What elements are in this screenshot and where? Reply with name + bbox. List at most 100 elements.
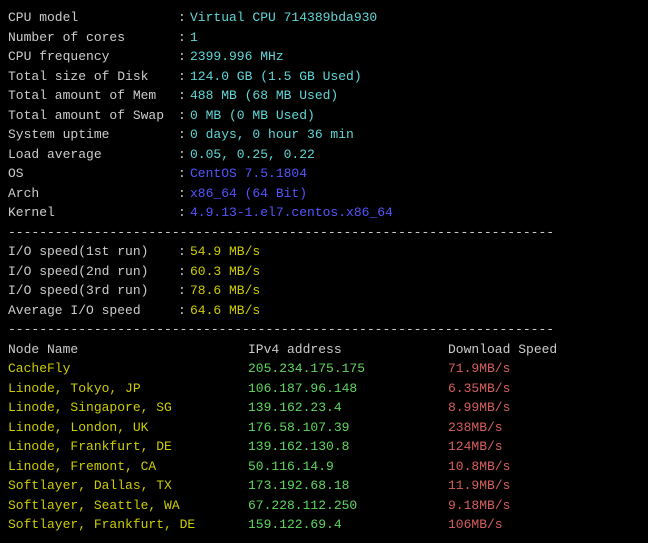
node-name: Linode, Tokyo, JP: [8, 379, 248, 399]
sysinfo-label: CPU model: [8, 8, 178, 28]
sysinfo-value: Virtual CPU 714389bda930: [190, 8, 377, 28]
node-ip: 176.58.107.39: [248, 418, 448, 438]
node-row: Linode, London, UK176.58.107.39238MB/s: [8, 418, 640, 438]
node-list: CacheFly205.234.175.17571.9MB/sLinode, T…: [8, 359, 640, 535]
colon: :: [178, 184, 190, 204]
node-row: CacheFly205.234.175.17571.9MB/s: [8, 359, 640, 379]
sysinfo-label: System uptime: [8, 125, 178, 145]
sysinfo-row: CPU model: Virtual CPU 714389bda930: [8, 8, 640, 28]
divider: ----------------------------------------…: [8, 223, 640, 243]
sysinfo-value: 0 days, 0 hour 36 min: [190, 125, 354, 145]
sysinfo-value: 0.05, 0.25, 0.22: [190, 145, 315, 165]
sysinfo-label: Kernel: [8, 203, 178, 223]
colon: :: [178, 203, 190, 223]
node-row: Linode, Fremont, CA50.116.14.910.8MB/s: [8, 457, 640, 477]
node-row: Softlayer, Seattle, WA67.228.112.2509.18…: [8, 496, 640, 516]
iospeed-label: I/O speed(1st run): [8, 242, 178, 262]
node-ip: 106.187.96.148: [248, 379, 448, 399]
sysinfo-value: 2399.996 MHz: [190, 47, 284, 67]
sysinfo-label: Total amount of Swap: [8, 106, 178, 126]
iospeed-row: I/O speed(3rd run): 78.6 MB/s: [8, 281, 640, 301]
node-name: Softlayer, Seattle, WA: [8, 496, 248, 516]
sysinfo-label: Load average: [8, 145, 178, 165]
node-header-name: Node Name: [8, 340, 248, 360]
node-ip: 173.192.68.18: [248, 476, 448, 496]
sysinfo-label: OS: [8, 164, 178, 184]
sysinfo-row: OS: CentOS 7.5.1804: [8, 164, 640, 184]
node-header-row: Node Name IPv4 address Download Speed: [8, 340, 640, 360]
colon: :: [178, 125, 190, 145]
iospeed-row: I/O speed(2nd run): 60.3 MB/s: [8, 262, 640, 282]
sysinfo-value: 488 MB (68 MB Used): [190, 86, 338, 106]
node-name: Linode, London, UK: [8, 418, 248, 438]
node-row: Linode, Singapore, SG139.162.23.48.99MB/…: [8, 398, 640, 418]
sysinfo-value: CentOS 7.5.1804: [190, 164, 307, 184]
node-speed: 238MB/s: [448, 418, 640, 438]
colon: :: [178, 67, 190, 87]
node-name: CacheFly: [8, 359, 248, 379]
sysinfo-label: CPU frequency: [8, 47, 178, 67]
sysinfo-row: System uptime: 0 days, 0 hour 36 min: [8, 125, 640, 145]
iospeed-label: Average I/O speed: [8, 301, 178, 321]
system-info-section: CPU model: Virtual CPU 714389bda930Numbe…: [8, 8, 640, 223]
iospeed-label: I/O speed(2nd run): [8, 262, 178, 282]
colon: :: [178, 47, 190, 67]
node-header-ip: IPv4 address: [248, 340, 448, 360]
node-ip: 67.228.112.250: [248, 496, 448, 516]
iospeed-value: 64.6 MB/s: [190, 301, 260, 321]
sysinfo-row: Kernel: 4.9.13-1.el7.centos.x86_64: [8, 203, 640, 223]
node-header-speed: Download Speed: [448, 340, 640, 360]
sysinfo-value: 124.0 GB (1.5 GB Used): [190, 67, 362, 87]
node-name: Softlayer, Frankfurt, DE: [8, 515, 248, 535]
colon: :: [178, 164, 190, 184]
iospeed-value: 78.6 MB/s: [190, 281, 260, 301]
node-row: Linode, Tokyo, JP106.187.96.1486.35MB/s: [8, 379, 640, 399]
colon: :: [178, 301, 190, 321]
colon: :: [178, 242, 190, 262]
sysinfo-value: 4.9.13-1.el7.centos.x86_64: [190, 203, 393, 223]
sysinfo-row: Number of cores: 1: [8, 28, 640, 48]
node-name: Softlayer, Dallas, TX: [8, 476, 248, 496]
io-speed-section: I/O speed(1st run): 54.9 MB/sI/O speed(2…: [8, 242, 640, 320]
sysinfo-value: 1: [190, 28, 198, 48]
divider: ----------------------------------------…: [8, 320, 640, 340]
node-name: Linode, Fremont, CA: [8, 457, 248, 477]
sysinfo-value: 0 MB (0 MB Used): [190, 106, 315, 126]
node-speed: 6.35MB/s: [448, 379, 640, 399]
colon: :: [178, 28, 190, 48]
colon: :: [178, 145, 190, 165]
node-name: Linode, Frankfurt, DE: [8, 437, 248, 457]
sysinfo-label: Number of cores: [8, 28, 178, 48]
sysinfo-label: Total amount of Mem: [8, 86, 178, 106]
node-ip: 159.122.69.4: [248, 515, 448, 535]
sysinfo-row: Total amount of Mem: 488 MB (68 MB Used): [8, 86, 640, 106]
iospeed-value: 54.9 MB/s: [190, 242, 260, 262]
iospeed-row: I/O speed(1st run): 54.9 MB/s: [8, 242, 640, 262]
sysinfo-label: Arch: [8, 184, 178, 204]
iospeed-value: 60.3 MB/s: [190, 262, 260, 282]
node-row: Softlayer, Dallas, TX173.192.68.1811.9MB…: [8, 476, 640, 496]
sysinfo-row: CPU frequency: 2399.996 MHz: [8, 47, 640, 67]
node-speed: 124MB/s: [448, 437, 640, 457]
sysinfo-row: Load average: 0.05, 0.25, 0.22: [8, 145, 640, 165]
node-row: Softlayer, Frankfurt, DE159.122.69.4106M…: [8, 515, 640, 535]
node-speed: 9.18MB/s: [448, 496, 640, 516]
iospeed-row: Average I/O speed: 64.6 MB/s: [8, 301, 640, 321]
node-ip: 50.116.14.9: [248, 457, 448, 477]
sysinfo-label: Total size of Disk: [8, 67, 178, 87]
sysinfo-value: x86_64 (64 Bit): [190, 184, 307, 204]
sysinfo-row: Total amount of Swap: 0 MB (0 MB Used): [8, 106, 640, 126]
node-speed: 8.99MB/s: [448, 398, 640, 418]
node-speed: 10.8MB/s: [448, 457, 640, 477]
node-speed: 106MB/s: [448, 515, 640, 535]
node-ip: 139.162.130.8: [248, 437, 448, 457]
colon: :: [178, 8, 190, 28]
sysinfo-row: Arch: x86_64 (64 Bit): [8, 184, 640, 204]
colon: :: [178, 262, 190, 282]
sysinfo-row: Total size of Disk: 124.0 GB (1.5 GB Use…: [8, 67, 640, 87]
iospeed-label: I/O speed(3rd run): [8, 281, 178, 301]
colon: :: [178, 281, 190, 301]
colon: :: [178, 86, 190, 106]
node-speed: 71.9MB/s: [448, 359, 640, 379]
node-speed: 11.9MB/s: [448, 476, 640, 496]
